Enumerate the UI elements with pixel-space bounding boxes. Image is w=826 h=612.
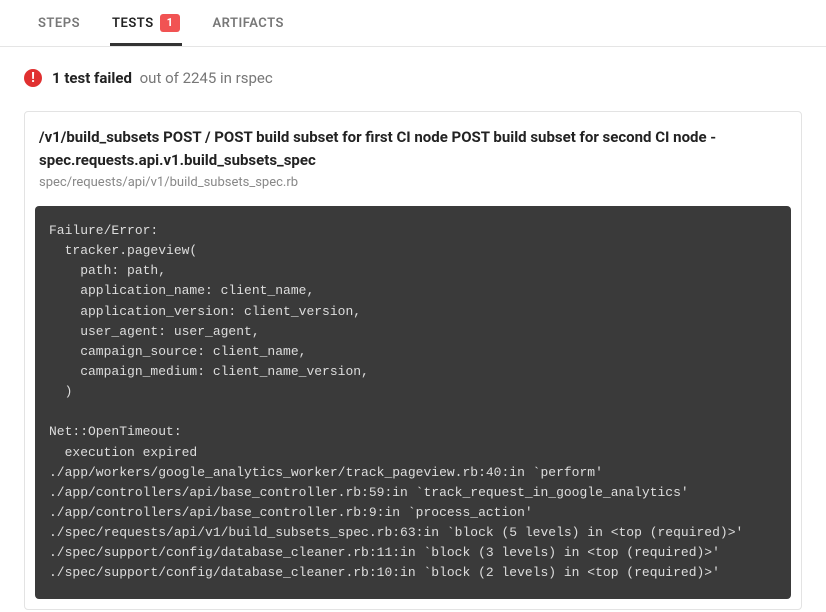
tab-label: ARTIFACTS <box>212 16 283 31</box>
status-total: out of 2245 in rspec <box>136 69 273 87</box>
status-text: 1 test failed out of 2245 in rspec <box>52 69 273 87</box>
status-fail-count: 1 test failed <box>52 69 132 87</box>
tab-artifacts[interactable]: ARTIFACTS <box>210 2 285 44</box>
tests-badge: 1 <box>160 14 181 31</box>
tab-label: STEPS <box>38 16 80 31</box>
failure-output: Failure/Error: tracker.pageview( path: p… <box>35 206 791 599</box>
tabs-bar: STEPS TESTS 1 ARTIFACTS <box>0 0 826 47</box>
error-icon: ! <box>24 69 42 87</box>
test-result-panel: /v1/build_subsets POST / POST build subs… <box>24 111 802 610</box>
panel-header: /v1/build_subsets POST / POST build subs… <box>25 112 801 200</box>
tab-label: TESTS <box>112 16 154 31</box>
tab-steps[interactable]: STEPS <box>36 2 82 44</box>
status-bar: ! 1 test failed out of 2245 in rspec <box>0 47 826 97</box>
tab-tests[interactable]: TESTS 1 <box>110 0 182 45</box>
test-title: /v1/build_subsets POST / POST build subs… <box>39 126 787 171</box>
test-file-path: spec/requests/api/v1/build_subsets_spec.… <box>39 175 787 190</box>
